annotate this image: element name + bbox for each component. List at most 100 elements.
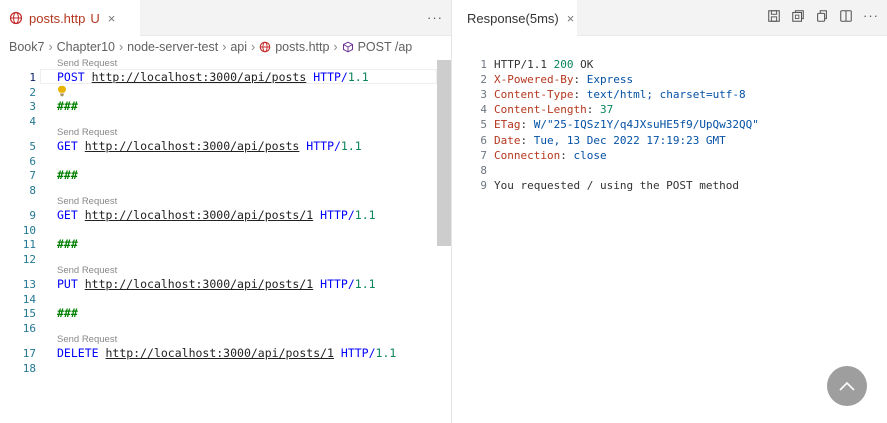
- line-number: 3: [480, 88, 487, 102]
- send-request-link[interactable]: Send Request: [57, 265, 117, 276]
- save-icon[interactable]: [767, 9, 781, 23]
- response-token: Connection: [494, 148, 561, 162]
- response-token: text/html; charset=utf-8: [586, 88, 746, 102]
- response-line: 7 Connection: close: [452, 149, 887, 163]
- globe-icon: [9, 11, 23, 25]
- line-number: 4: [480, 103, 487, 117]
- request-url[interactable]: http://localhost:3000/api/posts: [85, 139, 300, 153]
- line-number: 15: [22, 307, 36, 320]
- http-version: HTTP/: [306, 139, 341, 153]
- response-token: :: [520, 118, 534, 132]
- http-version-number: 1.1: [354, 277, 376, 291]
- line-number: 12: [22, 252, 36, 266]
- close-icon[interactable]: ×: [567, 11, 575, 26]
- send-request-link[interactable]: Send Request: [57, 196, 117, 207]
- line-number: 17: [22, 347, 36, 360]
- response-toolbar: ···: [767, 9, 879, 23]
- code-line: 2: [0, 84, 451, 99]
- close-icon[interactable]: ×: [108, 11, 116, 26]
- response-token: :: [573, 73, 587, 87]
- breadcrumb-separator-icon: ›: [119, 40, 124, 54]
- line-number: 14: [22, 292, 36, 306]
- line-number: 2: [480, 73, 487, 87]
- code-line: 8: [0, 182, 451, 197]
- http-method: GET: [57, 208, 78, 222]
- response-token: :: [586, 103, 600, 117]
- breadcrumb-separator-icon: ›: [333, 40, 338, 54]
- send-request-link[interactable]: Send Request: [57, 58, 117, 69]
- response-token: HTTP/1.1: [494, 58, 554, 71]
- http-version-number: 1.1: [354, 208, 376, 222]
- tab-posts-http[interactable]: posts.http U ×: [0, 0, 140, 36]
- editor-tabbar: posts.http U × ···: [0, 0, 451, 36]
- breadcrumb-item[interactable]: POST /ap: [358, 40, 413, 54]
- breadcrumb-item[interactable]: Book7: [9, 40, 44, 54]
- breadcrumb-item[interactable]: posts.http: [275, 40, 329, 54]
- code-line: 5 GET http://localhost:3000/api/posts HTT…: [0, 138, 451, 153]
- breadcrumb-separator-icon: ›: [251, 40, 256, 54]
- code-line: 13 PUT http://localhost:3000/api/posts/1 …: [0, 276, 451, 291]
- untracked-badge: U: [90, 10, 100, 26]
- request-url[interactable]: http://localhost:3000/api/posts/1: [85, 277, 313, 291]
- response-line: 4 Content-Length: 37: [452, 103, 887, 117]
- tab-response[interactable]: Response(5ms) ×: [452, 0, 577, 36]
- tab-file-name: posts.http: [29, 10, 86, 26]
- line-number: 7: [480, 148, 487, 162]
- response-text: Date: Tue, 13 Dec 2022 17:19:23 GMT: [494, 134, 726, 147]
- globe-icon: [259, 41, 271, 53]
- code-line: 4: [0, 113, 451, 128]
- response-tabbar: Response(5ms) × ···: [452, 0, 887, 36]
- http-method: GET: [57, 139, 78, 153]
- response-line: 1 HTTP/1.1 200 OK: [452, 58, 887, 72]
- response-pane: Response(5ms) × ··· 1 HTTP/1.1 200 OK 2 …: [451, 0, 887, 423]
- response-token: Date: [494, 133, 521, 147]
- more-actions-icon[interactable]: ···: [427, 10, 443, 25]
- request-url[interactable]: http://localhost:3000/api/posts/1: [105, 346, 333, 360]
- http-method: PUT: [57, 277, 78, 291]
- code-line: 15 ###: [0, 305, 451, 320]
- scroll-top-button[interactable]: [827, 366, 867, 406]
- request-separator: ###: [57, 306, 78, 320]
- send-request-link[interactable]: Send Request: [57, 127, 117, 138]
- more-actions-icon[interactable]: ···: [863, 9, 879, 23]
- code-line: 7 ###: [0, 167, 451, 182]
- response-line: 6 Date: Tue, 13 Dec 2022 17:19:23 GMT: [452, 134, 887, 148]
- line-content: ###: [57, 237, 78, 251]
- line-content: GET http://localhost:3000/api/posts HTTP…: [57, 139, 362, 153]
- response-line: 9 You requested / using the POST method: [452, 179, 887, 193]
- response-token: ETag: [494, 118, 521, 132]
- current-line-highlight: [40, 69, 437, 84]
- response-token: Content-Length: [494, 103, 587, 117]
- request-url[interactable]: http://localhost:3000/api/posts/1: [85, 208, 313, 222]
- response-tab-title: Response(5ms): [467, 10, 559, 26]
- line-number: 5: [29, 140, 36, 153]
- line-number: 11: [22, 238, 36, 251]
- breadcrumb-item[interactable]: api: [230, 40, 247, 54]
- request-separator: ###: [57, 99, 78, 113]
- response-token: :: [520, 133, 534, 147]
- line-number: 18: [22, 361, 36, 375]
- response-token: Express: [586, 73, 634, 87]
- breadcrumb-separator-icon: ›: [222, 40, 227, 54]
- response-line: 5 ETag: W/"25-IQSz1Y/q4JXsuHE5f9/UpQw32QQ…: [452, 118, 887, 132]
- code-line: 6: [0, 153, 451, 168]
- code-line: 9 GET http://localhost:3000/api/posts/1 H…: [0, 207, 451, 222]
- vertical-scrollbar[interactable]: [437, 60, 451, 246]
- response-token: You requested / using the POST method: [494, 178, 740, 192]
- code-line: 10: [0, 222, 451, 237]
- code-line: 1 POST http://localhost:3000/api/posts HT…: [0, 69, 451, 84]
- response-text: You requested / using the POST method: [494, 179, 739, 192]
- open-in-editor-icon[interactable]: [791, 9, 805, 23]
- split-editor-icon[interactable]: [839, 9, 853, 23]
- breadcrumb-item[interactable]: Chapter10: [57, 40, 115, 54]
- line-number: 2: [29, 85, 36, 99]
- breadcrumb-item[interactable]: node-server-test: [127, 40, 218, 54]
- chevron-up-icon: [839, 381, 855, 391]
- send-request-link[interactable]: Send Request: [57, 334, 117, 345]
- symbol-method-icon: [342, 41, 354, 53]
- line-number: 4: [29, 114, 36, 128]
- response-token: 200: [553, 58, 574, 71]
- http-version: HTTP/: [320, 208, 355, 222]
- line-number: 7: [29, 169, 36, 182]
- copy-icon[interactable]: [815, 9, 829, 23]
